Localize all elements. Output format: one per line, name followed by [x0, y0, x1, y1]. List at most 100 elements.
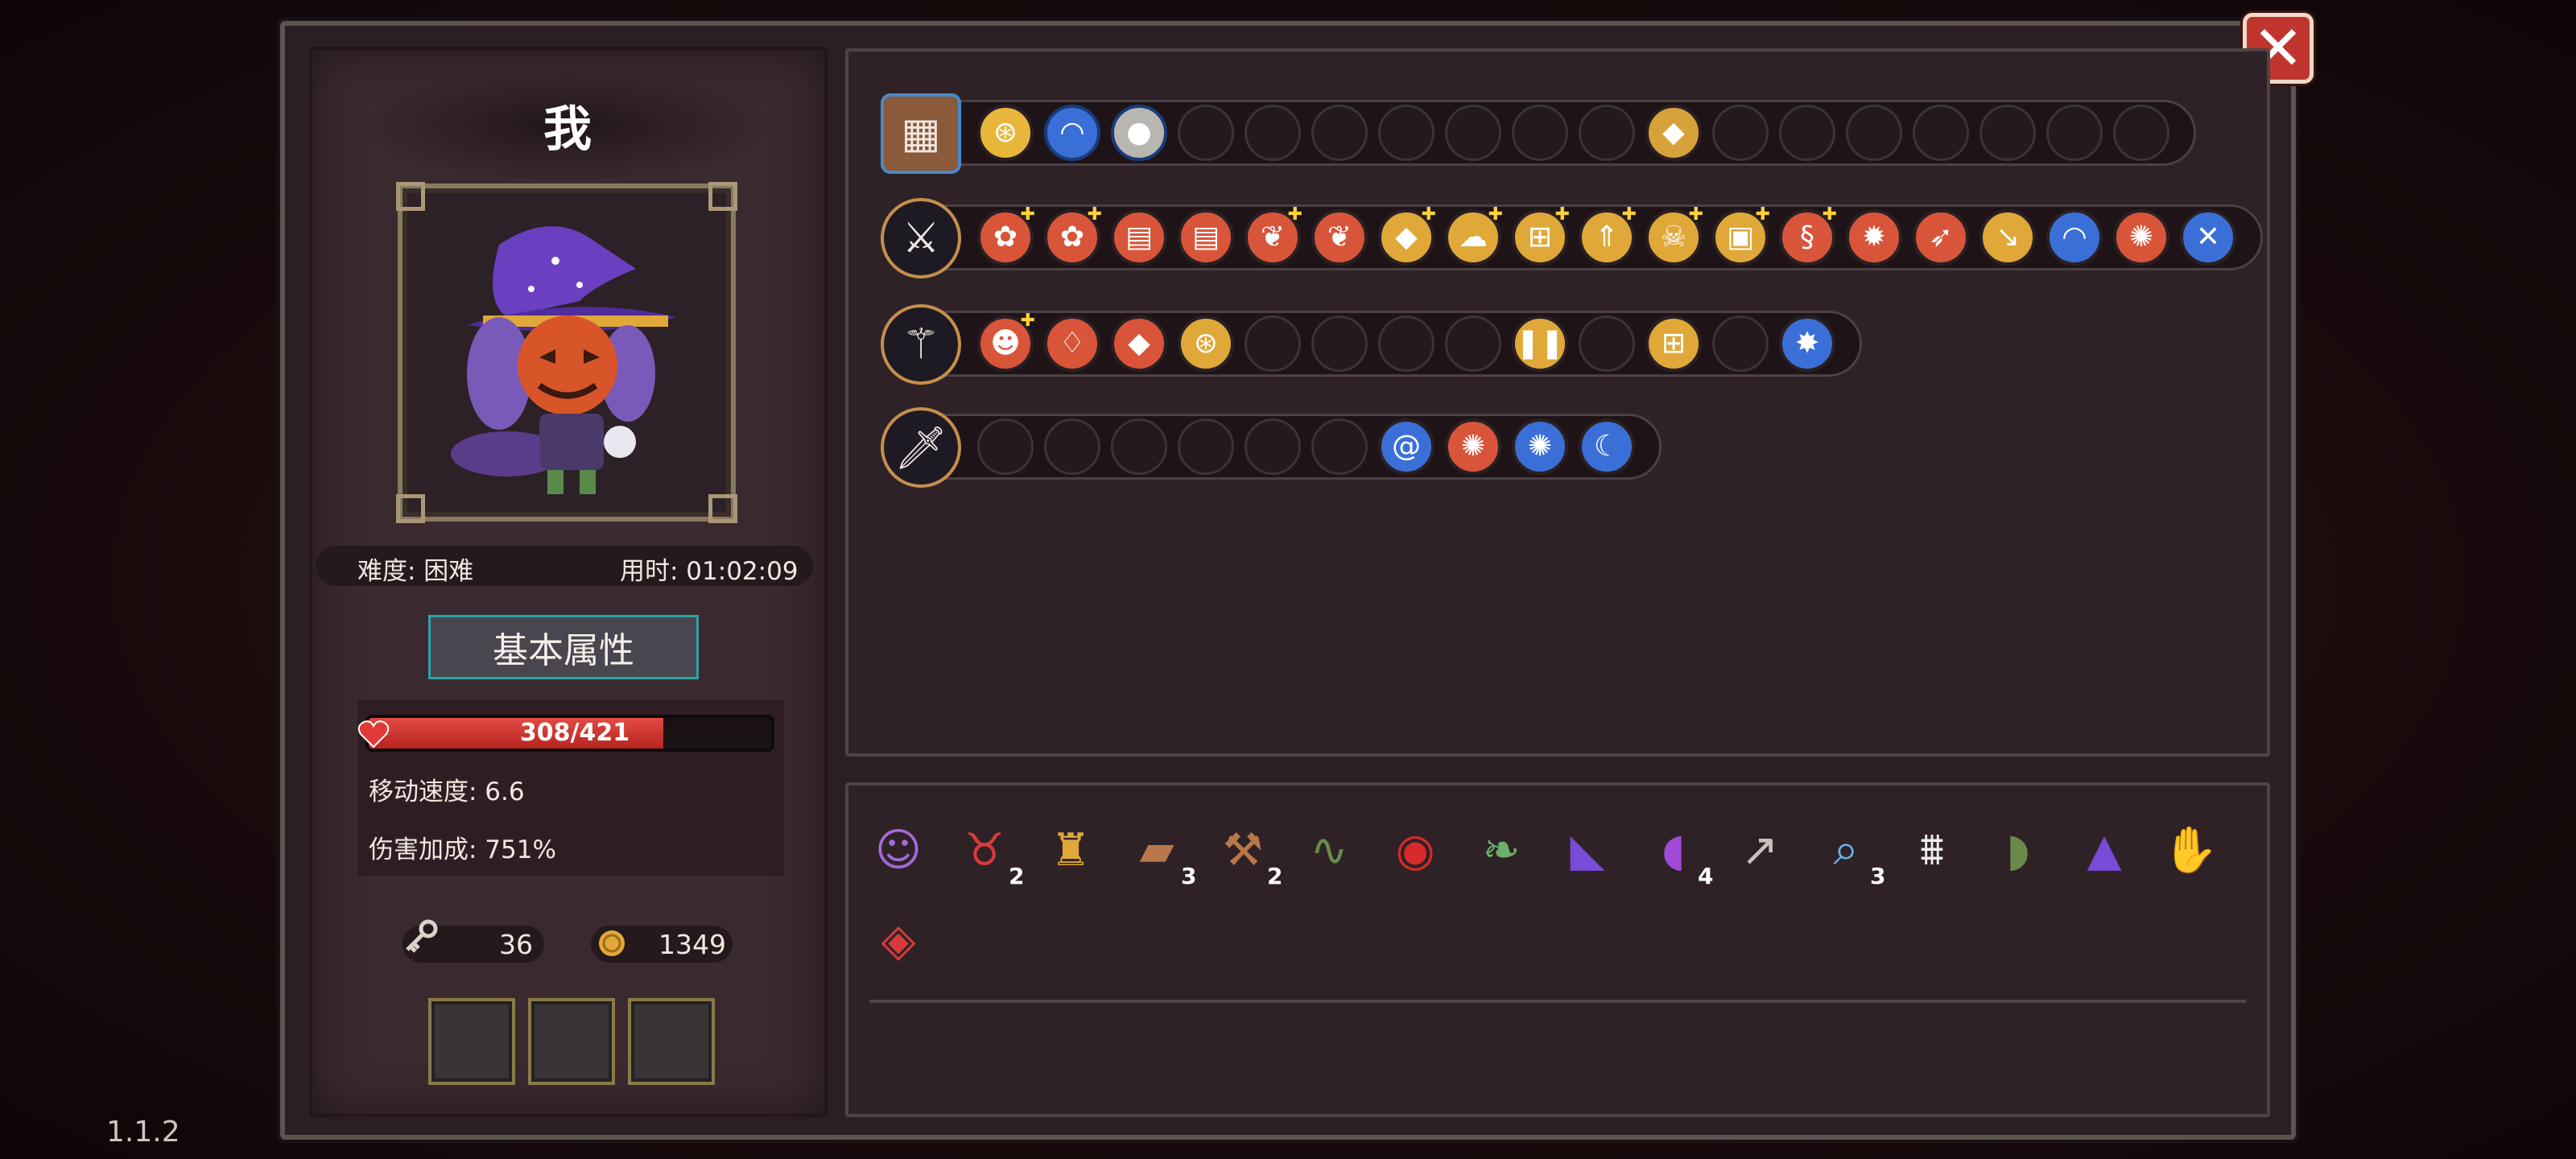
- red-flower-icon[interactable]: ✿ ✚: [1044, 204, 1102, 266]
- upgrade-star-icon: ✚: [1488, 204, 1503, 225]
- empty-skill-slot[interactable]: [2046, 105, 2103, 161]
- red-flame-icon[interactable]: ♢: [1044, 316, 1100, 372]
- red-seed-icon[interactable]: ❦: [1311, 209, 1368, 266]
- empty-skill-slot[interactable]: [1846, 105, 1902, 161]
- empty-skill-slot[interactable]: [1579, 105, 1635, 161]
- red-burst-icon[interactable]: ✺: [2113, 209, 2169, 266]
- empty-skill-slot[interactable]: [1712, 316, 1769, 372]
- empty-skill-slot[interactable]: [1913, 105, 1969, 161]
- purple-cape-icon[interactable]: ◣: [1549, 811, 1626, 889]
- empty-skill-slot[interactable]: [1245, 419, 1301, 475]
- green-worm-icon[interactable]: ∿: [1290, 811, 1368, 889]
- empty-skill-slot[interactable]: [977, 419, 1034, 475]
- red-scroll-icon[interactable]: ▤: [1111, 209, 1167, 266]
- blue-crystal-icon[interactable]: ◆: [1111, 316, 1167, 372]
- frame-corner: [396, 494, 425, 523]
- gold-arrow-up-icon[interactable]: ⇑ ✚: [1579, 204, 1637, 266]
- equipment-slot[interactable]: [428, 998, 515, 1085]
- golden-chalice-icon[interactable]: ♜: [1032, 811, 1109, 889]
- empty-skill-slot[interactable]: [1712, 105, 1769, 161]
- empty-skill-slot[interactable]: [1245, 105, 1301, 161]
- equipment-slot[interactable]: [628, 998, 715, 1085]
- red-flower-icon[interactable]: ✿ ✚: [977, 206, 1035, 266]
- red-burst-icon[interactable]: ✺: [1445, 419, 1501, 475]
- empty-skill-slot[interactable]: [1779, 105, 1835, 161]
- time-label: 用时: 01:02:09: [620, 557, 799, 586]
- gold-cloud-icon[interactable]: ☁ ✚: [1445, 204, 1503, 266]
- purple-hair-girl-icon[interactable]: ☺: [860, 811, 937, 889]
- empty-skill-slot[interactable]: [1178, 419, 1234, 475]
- purple-witch-hat-icon[interactable]: ▲: [2066, 811, 2143, 889]
- difficulty-label: 难度: 困难: [357, 557, 474, 586]
- red-sun-icon[interactable]: ✹: [1846, 209, 1902, 266]
- gray-claw-icon[interactable]: ✋: [2152, 811, 2229, 889]
- upgrade-star-icon: ✚: [1621, 204, 1637, 225]
- frame-corner: [708, 182, 737, 211]
- upgrade-star-icon: ✚: [1020, 311, 1035, 331]
- empty-skill-slot[interactable]: [1579, 316, 1635, 372]
- pink-spirit-icon[interactable]: ☻ ✚: [977, 312, 1035, 372]
- empty-skill-slot[interactable]: [2113, 105, 2169, 161]
- green-leaf-icon[interactable]: ❧: [1463, 811, 1540, 889]
- red-seed-icon[interactable]: ❦ ✚: [1245, 206, 1302, 266]
- empty-skill-slot[interactable]: [1378, 105, 1435, 161]
- frame-corner: [396, 182, 425, 211]
- empty-skill-slot[interactable]: [1245, 316, 1301, 372]
- coins-count: 1349: [658, 929, 726, 960]
- empty-skill-slot[interactable]: [1311, 419, 1368, 475]
- red-scroll-icon[interactable]: ▤: [1178, 209, 1234, 266]
- violet-orb-icon[interactable]: ✺: [1512, 419, 1568, 475]
- keys-count: 36: [499, 929, 533, 960]
- empty-skill-slot[interactable]: [1111, 419, 1167, 475]
- golden-eye-icon[interactable]: ⊛: [1178, 316, 1234, 372]
- gold-grid-icon[interactable]: ⊞ ✚: [1512, 206, 1570, 266]
- empty-skill-slot[interactable]: [1445, 316, 1501, 372]
- move-speed-stat: 移动速度: 6.6: [369, 777, 525, 806]
- ice-dagger-icon[interactable]: 🗡: [881, 407, 961, 488]
- purple-vortex-icon[interactable]: @: [1378, 419, 1435, 475]
- white-teeth-icon[interactable]: ⩩: [1893, 811, 1971, 889]
- blue-scythe-icon[interactable]: ☾: [1579, 419, 1635, 475]
- rainbow-icon[interactable]: ◠: [2046, 209, 2103, 266]
- empty-skill-slot[interactable]: [1445, 105, 1501, 161]
- gold-grid-icon[interactable]: ⊞: [1645, 316, 1702, 372]
- gold-arrow-turn-icon[interactable]: ↘: [1979, 209, 2036, 266]
- empty-skill-slot[interactable]: [1311, 316, 1368, 372]
- red-feather-icon[interactable]: ➶: [1913, 209, 1969, 266]
- green-boot-icon[interactable]: ◗: [1979, 811, 2057, 889]
- empty-skill-slot[interactable]: [1178, 105, 1234, 161]
- blue-crystal-icon[interactable]: ◆: [1645, 105, 1702, 161]
- stone-orb-icon[interactable]: ●: [1111, 105, 1167, 161]
- key-icon: [406, 919, 438, 953]
- basic-attributes-title: 基本属性: [493, 630, 634, 671]
- fireball-icon[interactable]: ✸: [1779, 316, 1835, 372]
- empty-skill-slot[interactable]: [1378, 316, 1435, 372]
- pause-icon[interactable]: ❚❚: [1512, 316, 1568, 372]
- green-skull-icon[interactable]: ☠ ✚: [1645, 206, 1703, 266]
- magic-staff-icon[interactable]: ⚚: [881, 304, 961, 385]
- rainbow-icon[interactable]: ◠: [1044, 105, 1100, 161]
- empty-skill-slot[interactable]: [1044, 419, 1100, 475]
- magic-sword-icon[interactable]: ⚔: [881, 198, 961, 278]
- golden-eye-icon[interactable]: ⊛: [977, 105, 1034, 161]
- gold-card-icon[interactable]: ▣ ✚: [1712, 204, 1770, 266]
- red-eye-icon[interactable]: ◉: [1377, 811, 1454, 889]
- empty-skill-slot[interactable]: [1311, 105, 1368, 161]
- red-gem-icon[interactable]: ◈: [860, 901, 937, 979]
- coin-icon: [599, 930, 625, 956]
- equipment-slot[interactable]: [528, 998, 615, 1085]
- blue-crystal-icon[interactable]: ◆ ✚: [1378, 204, 1436, 266]
- basic-attributes-tab[interactable]: 基本属性: [428, 615, 699, 679]
- relic-stack-count: 2: [1267, 863, 1283, 889]
- treasure-chest-icon[interactable]: ▦: [881, 93, 961, 174]
- red-swirl-icon[interactable]: § ✚: [1779, 206, 1837, 266]
- blue-cross-icon[interactable]: ✕: [2180, 209, 2236, 266]
- empty-skill-slot[interactable]: [1512, 105, 1568, 161]
- empty-skill-slot[interactable]: [1979, 105, 2036, 161]
- relic-stack-count: 4: [1698, 863, 1714, 889]
- upgrade-star-icon: ✚: [1755, 204, 1770, 225]
- gray-whip-icon[interactable]: ↗: [1721, 811, 1798, 889]
- upgrade-star-icon: ✚: [1421, 204, 1436, 225]
- player-name: 我: [543, 101, 592, 158]
- upgrade-star-icon: ✚: [1087, 204, 1102, 225]
